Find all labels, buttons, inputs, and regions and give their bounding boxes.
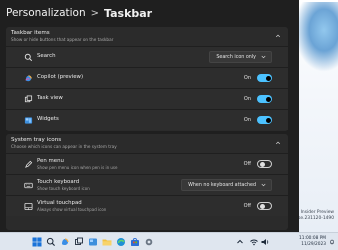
toggle-knob [265, 96, 271, 102]
row-label: Widgets [37, 116, 59, 122]
system-tray-icons-section: System tray icons Choose which icons can… [6, 134, 288, 230]
toggle-knob [259, 203, 265, 209]
pen-menu-toggle[interactable] [257, 160, 272, 168]
taskbar-items-header[interactable]: Taskbar items Show or hide buttons that … [6, 27, 288, 46]
chevron-up-icon[interactable] [275, 140, 281, 146]
system-tray-icons-header[interactable]: System tray icons Choose which icons can… [6, 134, 288, 153]
row-copilot: Copilot (preview) On [6, 67, 288, 88]
tray-clock[interactable]: 11:00:08 PM 11/29/2023 [299, 236, 326, 248]
pen-menu-toggle-group: Off [244, 160, 272, 168]
widgets-icon [24, 117, 33, 124]
toggle-state-label: Off [243, 161, 251, 167]
row-label: Search [37, 53, 56, 59]
task-view-icon [24, 95, 33, 103]
toggle-knob [265, 117, 271, 123]
volume-icon[interactable] [260, 237, 270, 247]
row-description: Always show virtual touchpad icon [37, 207, 107, 212]
task-view-toggle[interactable] [257, 95, 272, 103]
row-label: Pen menu [37, 158, 64, 164]
file-explorer-icon[interactable] [102, 237, 112, 247]
copilot-toggle[interactable] [257, 74, 272, 82]
search-dropdown[interactable]: Search icon only [209, 51, 272, 63]
toggle-state-label: Off [243, 203, 251, 209]
row-description: Show pen menu icon when pen is in use [37, 165, 118, 170]
virtual-touchpad-toggle[interactable] [257, 202, 272, 210]
notification-bell-icon[interactable] [329, 239, 335, 245]
row-task-view: Task view On [6, 88, 288, 109]
taskbar-items-section: Taskbar items Show or hide buttons that … [6, 27, 288, 131]
toggle-knob [265, 75, 271, 81]
row-widgets: Widgets On [6, 109, 288, 130]
touchpad-icon [24, 202, 33, 211]
page-title: Taskbar [104, 6, 153, 20]
row-label: Virtual touchpad [37, 200, 82, 206]
toggle-knob [259, 161, 265, 167]
chevron-down-icon [261, 55, 266, 59]
copilot-icon[interactable] [60, 237, 70, 247]
row-virtual-touchpad: Virtual touchpad Always show virtual tou… [6, 195, 288, 216]
section-subtitle: Show or hide buttons that appear on the … [11, 37, 114, 42]
task-view-toggle-group: On [244, 95, 272, 103]
copilot-icon [25, 75, 32, 82]
row-pen-menu: Pen menu Show pen menu icon when pen is … [6, 153, 288, 174]
chevron-up-icon[interactable] [235, 237, 245, 247]
keyboard-icon [24, 182, 33, 189]
copilot-toggle-group: On [244, 74, 272, 82]
widgets-icon[interactable] [88, 237, 98, 247]
tray-date: 11/29/2023 [301, 242, 326, 247]
virtual-touchpad-toggle-group: Off [244, 202, 272, 210]
row-label: Task view [37, 95, 63, 101]
edge-icon[interactable] [116, 237, 126, 247]
start-icon[interactable] [32, 237, 42, 247]
toggle-state-label: On [243, 117, 251, 123]
settings-gear-icon[interactable] [144, 237, 154, 247]
search-icon[interactable] [46, 237, 56, 247]
settings-window: Personalization > Taskbar Taskbar items … [0, 0, 299, 232]
row-label: Copilot (preview) [37, 74, 84, 80]
row-description: Show touch keyboard icon [37, 186, 90, 191]
dropdown-value: Search icon only [216, 54, 256, 60]
pen-icon [25, 160, 33, 168]
task-view-icon[interactable] [74, 237, 84, 247]
windows-taskbar: 11:00:08 PM 11/29/2023 [0, 232, 338, 250]
breadcrumb-separator: > [90, 7, 100, 19]
row-search: Search Search icon only [6, 46, 288, 67]
breadcrumb: Personalization > Taskbar [0, 0, 299, 26]
wallpaper-bloom [294, 2, 338, 72]
store-icon[interactable] [130, 237, 140, 247]
row-touch-keyboard: Touch keyboard Show touch keyboard icon … [6, 174, 288, 195]
breadcrumb-parent[interactable]: Personalization [6, 7, 86, 19]
widgets-toggle-group: On [244, 116, 272, 124]
touch-keyboard-dropdown[interactable]: When no keyboard attached [181, 179, 272, 191]
section-title: System tray icons [11, 137, 62, 143]
toggle-state-label: On [243, 96, 251, 102]
section-title: Taskbar items [11, 30, 50, 36]
network-wifi-icon[interactable] [249, 237, 259, 247]
search-icon [24, 53, 33, 62]
row-label: Touch keyboard [37, 179, 80, 185]
toggle-state-label: On [243, 75, 251, 81]
chevron-down-icon [261, 183, 266, 187]
dropdown-value: When no keyboard attached [188, 182, 256, 188]
section-subtitle: Choose which icons can appear in the sys… [11, 144, 117, 149]
widgets-toggle[interactable] [257, 116, 272, 124]
chevron-up-icon[interactable] [275, 33, 281, 39]
